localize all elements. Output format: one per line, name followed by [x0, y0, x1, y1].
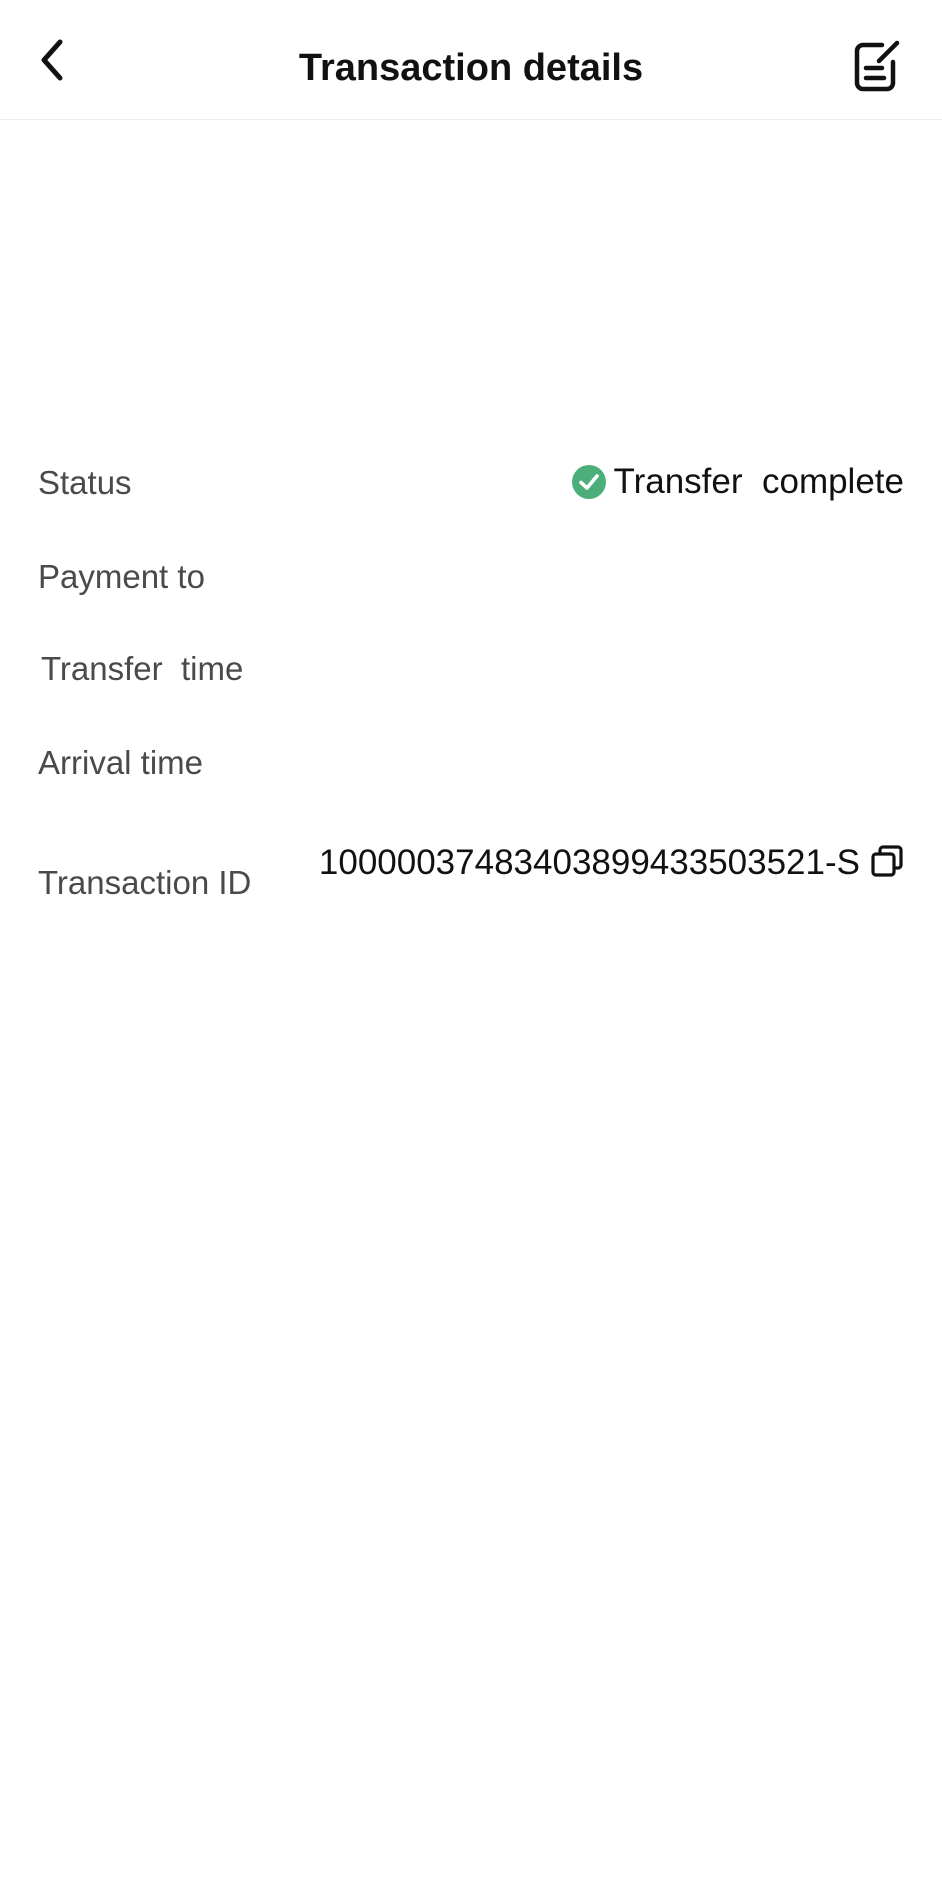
status-label: Status: [38, 464, 132, 501]
transfer-time-row: Transfer time: [38, 650, 904, 698]
notes-button[interactable]: [850, 36, 906, 96]
arrival-time-row: Arrival time: [38, 744, 904, 792]
status-value-wrap: Transfer complete: [571, 462, 904, 502]
arrival-time-label: Arrival time: [38, 744, 204, 781]
transaction-id-row: Transaction ID 1000003748340389943350352…: [38, 840, 904, 940]
transfer-time-label: Transfer time: [41, 650, 244, 687]
page-title: Transaction details: [298, 47, 644, 89]
transaction-id-value: 10000037483403899433503521-S: [318, 843, 860, 882]
transaction-id-value-wrap: 10000037483403899433503521-S: [294, 840, 904, 886]
payment-to-label: Payment to: [38, 558, 205, 595]
check-circle-icon: [571, 465, 606, 499]
payment-to-row: Payment to: [38, 558, 904, 606]
transaction-id-label: Transaction ID: [38, 864, 252, 901]
note-edit-icon: [852, 38, 904, 94]
status-value: Transfer complete: [613, 462, 904, 501]
copy-icon[interactable]: [870, 844, 904, 878]
top-bar: Transaction details: [0, 0, 942, 120]
status-row: Status Transfer complete: [38, 462, 904, 510]
